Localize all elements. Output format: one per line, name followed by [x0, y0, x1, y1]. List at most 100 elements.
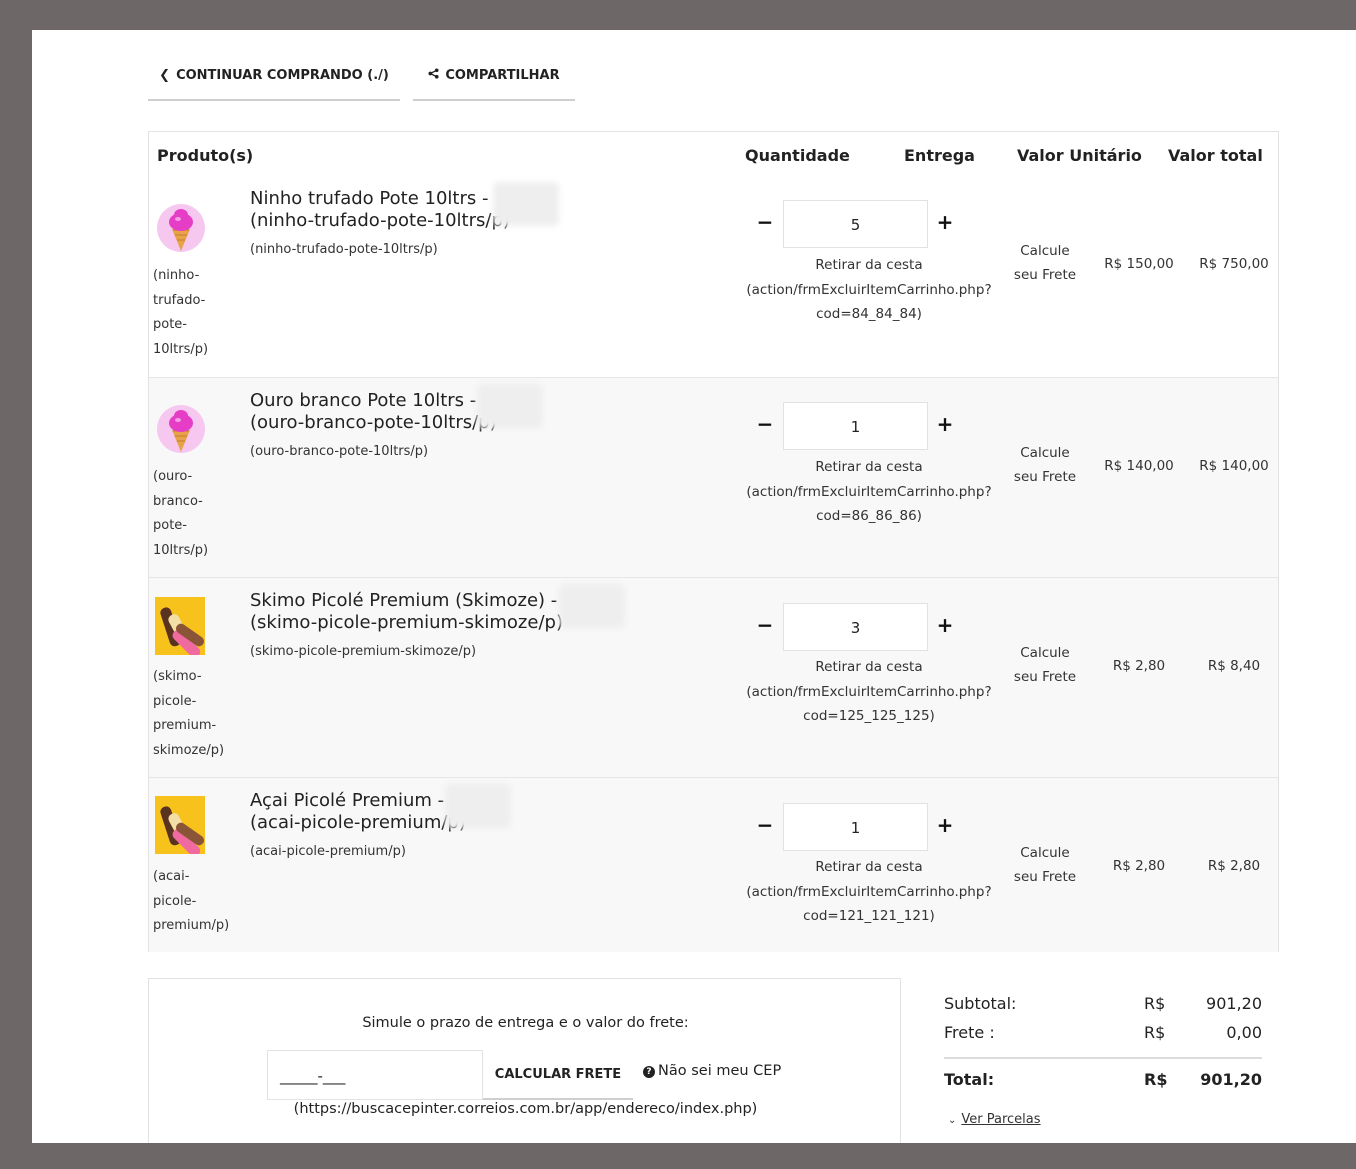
increase-quantity-button[interactable]: +	[935, 210, 955, 234]
frete-line: seu Frete	[1013, 469, 1077, 485]
remove-item-line: (action/frmExcluirItemCarrinho.php?	[746, 281, 992, 298]
product-image[interactable]	[155, 597, 205, 655]
continue-shopping-button[interactable]: ❮ CONTINUAR COMPRANDO (./)	[148, 66, 400, 101]
quantity-input[interactable]: 5	[783, 200, 928, 248]
blurred-redaction	[477, 384, 543, 428]
cart-table: Produto(s) Quantidade Entrega Valor Unit…	[148, 131, 1279, 952]
product-slug[interactable]: (ninho- trufado- pote- 10ltrs/p)	[153, 264, 243, 362]
blurred-redaction	[559, 584, 625, 628]
share-button[interactable]: COMPARTILHAR	[413, 66, 575, 101]
cep-input[interactable]: _____-___	[267, 1050, 483, 1100]
calculate-shipping-link[interactable]: Calcule seu Frete	[1005, 239, 1085, 287]
summary-divider	[944, 1057, 1262, 1059]
total-currency: R$	[1144, 1070, 1168, 1089]
product-slug-line: branco-	[153, 493, 203, 509]
decrease-quantity-button[interactable]: −	[755, 210, 775, 234]
quantity-input[interactable]: 1	[783, 402, 928, 450]
cart-page: ❮ CONTINUAR COMPRANDO (./) COMPARTILHAR …	[32, 30, 1356, 1143]
header-produto: Produto(s)	[157, 146, 254, 165]
total-label: Total:	[944, 1070, 995, 1089]
remove-item-line: cod=84_84_84)	[816, 306, 922, 322]
remove-item-line: Retirar da cesta	[815, 257, 923, 273]
share-icon	[428, 68, 439, 83]
remove-item-link[interactable]: Retirar da cesta (action/frmExcluirItemC…	[739, 253, 999, 327]
remove-item-line: (action/frmExcluirItemCarrinho.php?	[746, 683, 992, 700]
product-image[interactable]	[155, 796, 205, 854]
increase-quantity-button[interactable]: +	[935, 813, 955, 837]
continue-shopping-label: CONTINUAR COMPRANDO (./)	[176, 68, 389, 83]
shipping-simulator: Simule o prazo de entrega e o valor do f…	[148, 978, 901, 1143]
ver-parcelas-link[interactable]: ⌄ Ver Parcelas	[948, 1112, 1041, 1127]
frete-line: Calcule	[1020, 445, 1070, 461]
product-slug-line: pote-	[153, 518, 187, 533]
decrease-quantity-button[interactable]: −	[755, 813, 775, 837]
calculate-shipping-link[interactable]: Calcule seu Frete	[1005, 441, 1085, 489]
product-slug-line: trufado-	[153, 292, 206, 308]
cep-lookup-url[interactable]: (https://buscacepinter.correios.com.br/a…	[149, 1101, 902, 1117]
remove-item-line: (action/frmExcluirItemCarrinho.php?	[746, 483, 992, 500]
product-subtitle: (ninho-trufado-pote-10ltrs/p)	[250, 242, 438, 257]
share-label: COMPARTILHAR	[445, 68, 560, 83]
frete-line: Calcule	[1020, 645, 1070, 661]
remove-item-link[interactable]: Retirar da cesta (action/frmExcluirItemC…	[739, 855, 999, 929]
product-slug-line: 10ltrs/p)	[153, 542, 209, 558]
calculate-shipping-link[interactable]: Calcule seu Frete	[1005, 641, 1085, 689]
header-quantidade: Quantidade	[745, 146, 850, 165]
table-row: (ninho- trufado- pote- 10ltrs/p) Ninho t…	[149, 174, 1278, 377]
subtotal-currency: R$	[1144, 994, 1166, 1013]
unknown-cep-label: Não sei meu CEP	[658, 1063, 782, 1079]
decrease-quantity-button[interactable]: −	[755, 412, 775, 436]
product-slug-line: (acai-	[153, 869, 190, 884]
quantity-input[interactable]: 3	[783, 603, 928, 651]
remove-item-link[interactable]: Retirar da cesta (action/frmExcluirItemC…	[739, 455, 999, 529]
product-image[interactable]	[155, 199, 205, 257]
total-price: R$ 8,40	[1207, 658, 1261, 674]
product-slug-line: (ninho-	[153, 268, 200, 283]
remove-item-line: Retirar da cesta	[815, 859, 923, 875]
header-valor-unitario: Valor Unitário	[1017, 146, 1142, 165]
product-slug-line: premium-	[153, 718, 217, 733]
product-name-link[interactable]: Ouro branco Pote 10ltrs - (ouro-branco-p…	[250, 390, 630, 434]
total-price: R$ 2,80	[1207, 858, 1261, 874]
subtotal-value: 901,20	[1206, 994, 1262, 1013]
product-name-link[interactable]: Açai Picolé Premium - (acai-picole-premi…	[250, 790, 630, 834]
unit-price: R$ 2,80	[1112, 858, 1166, 874]
unknown-cep-link[interactable]: ? Não sei meu CEP	[643, 1063, 781, 1079]
frete-line: seu Frete	[1013, 267, 1077, 283]
product-slug[interactable]: (skimo- picole- premium- skimoze/p)	[153, 665, 243, 763]
remove-item-link[interactable]: Retirar da cesta (action/frmExcluirItemC…	[739, 655, 999, 729]
decrease-quantity-button[interactable]: −	[755, 613, 775, 637]
increase-quantity-button[interactable]: +	[935, 613, 955, 637]
header-entrega: Entrega	[904, 146, 975, 165]
product-slug[interactable]: (acai- picole- premium/p)	[153, 865, 243, 939]
remove-item-line: (action/frmExcluirItemCarrinho.php?	[746, 883, 992, 900]
product-slug[interactable]: (ouro- branco- pote- 10ltrs/p)	[153, 465, 243, 563]
product-subtitle: (acai-picole-premium/p)	[250, 844, 406, 859]
product-image[interactable]	[155, 400, 205, 458]
unit-price: R$ 140,00	[1104, 458, 1174, 474]
quantity-input[interactable]: 1	[783, 803, 928, 851]
product-slug-line: premium/p)	[153, 918, 230, 933]
remove-item-line: cod=121_121_121)	[803, 908, 935, 924]
blurred-redaction	[445, 784, 511, 828]
calculate-shipping-link[interactable]: Calcule seu Frete	[1005, 841, 1085, 889]
product-slug-line: picole-	[153, 693, 197, 709]
chevron-down-icon: ⌄	[948, 1115, 957, 1126]
product-name-line1: Ninho trufado Pote 10ltrs -	[250, 188, 489, 209]
quantity-stepper: − 1 +	[755, 402, 953, 450]
product-slug-line: picole-	[153, 893, 197, 909]
remove-item-line: Retirar da cesta	[815, 659, 923, 675]
chevron-left-icon: ❮	[159, 68, 171, 83]
quantity-stepper: − 1 +	[755, 803, 953, 851]
frete-line: seu Frete	[1013, 669, 1077, 685]
product-name-link[interactable]: Ninho trufado Pote 10ltrs - (ninho-trufa…	[250, 188, 630, 232]
ver-parcelas-label: Ver Parcelas	[961, 1112, 1041, 1127]
total-price: R$ 750,00	[1199, 256, 1269, 272]
frete-line: Calcule	[1020, 845, 1070, 861]
frete-label: Frete :	[944, 1023, 995, 1042]
calculate-shipping-button[interactable]: CALCULAR FRETE	[483, 1050, 633, 1100]
product-subtitle: (ouro-branco-pote-10ltrs/p)	[250, 444, 429, 459]
quantity-stepper: − 5 +	[755, 200, 953, 248]
increase-quantity-button[interactable]: +	[935, 412, 955, 436]
total-value: 901,20	[1200, 1070, 1262, 1089]
